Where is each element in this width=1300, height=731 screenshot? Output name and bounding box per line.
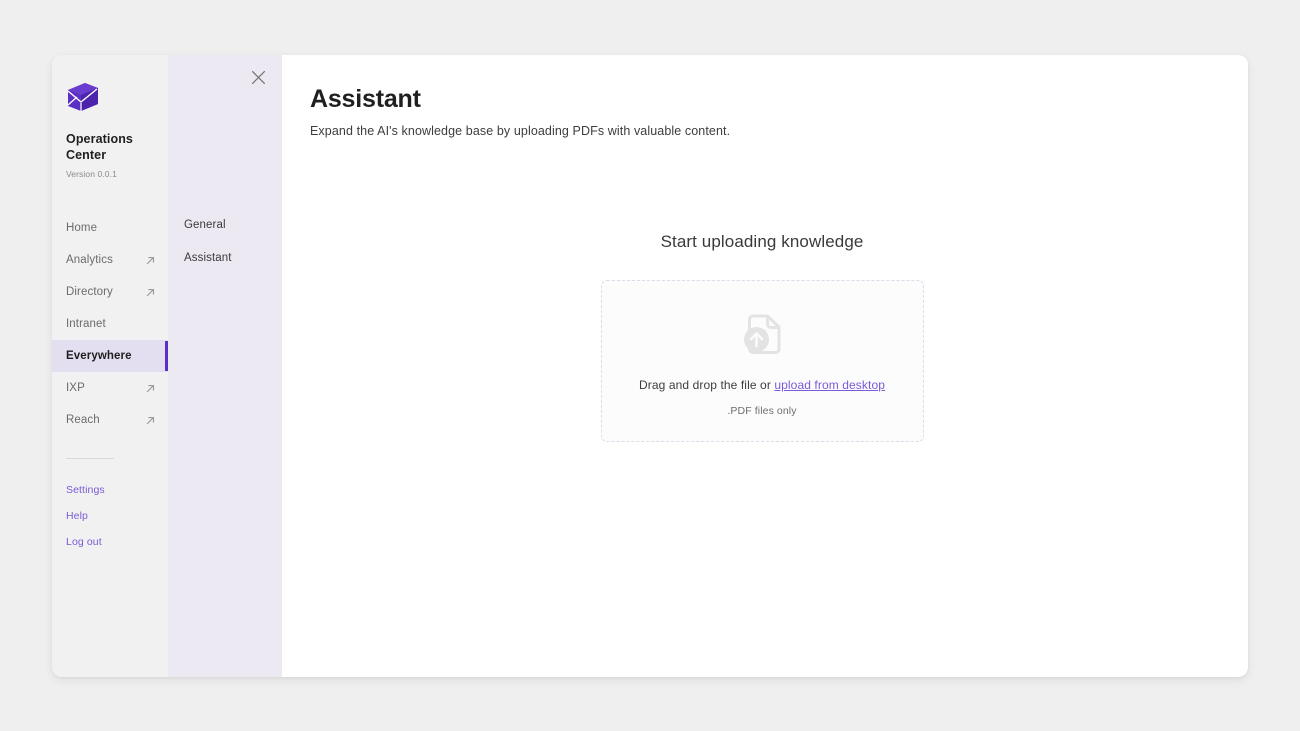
sidebar-item-everywhere[interactable]: Everywhere	[52, 340, 168, 372]
page-title: Assistant	[310, 85, 421, 113]
sidebar-item-label: Directory	[66, 286, 113, 298]
primary-sidebar: Operations Center Version 0.0.1 Home Ana…	[52, 55, 168, 677]
sidebar-item-label: Everywhere	[66, 350, 132, 362]
primary-nav: Home Analytics Directory Intranet Everyw…	[52, 212, 168, 436]
sidebar-item-ixp[interactable]: IXP	[52, 372, 168, 404]
external-link-arrow-icon	[145, 255, 156, 266]
sidebar-item-label: Reach	[66, 414, 100, 426]
brand-version: Version 0.0.1	[66, 169, 117, 179]
main-content: Assistant Expand the AI's knowledge base…	[282, 55, 1248, 677]
brand-name: Operations Center	[66, 132, 133, 162]
sidebar-item-analytics[interactable]: Analytics	[52, 244, 168, 276]
sidebar-item-home[interactable]: Home	[52, 212, 168, 244]
sidebar-link-settings[interactable]: Settings	[52, 477, 168, 503]
upload-from-desktop-link[interactable]: upload from desktop	[774, 378, 885, 392]
cube-envelope-logo-icon	[66, 82, 154, 117]
sidebar-item-reach[interactable]: Reach	[52, 404, 168, 436]
close-panel-button[interactable]	[245, 67, 271, 93]
panel-item-label: Assistant	[184, 251, 232, 264]
external-link-arrow-icon	[145, 287, 156, 298]
sidebar-item-directory[interactable]: Directory	[52, 276, 168, 308]
upload-section: Start uploading knowledge Drag and drop …	[310, 232, 1214, 442]
upload-heading: Start uploading knowledge	[660, 232, 864, 251]
brand: Operations Center Version 0.0.1	[52, 82, 168, 179]
sidebar-item-label: Analytics	[66, 254, 113, 266]
sidebar-footer: Settings Help Log out	[52, 477, 168, 555]
secondary-panel: General Assistant	[168, 55, 282, 677]
dropzone-primary-text: Drag and drop the file or upload from de…	[639, 378, 885, 392]
page-subtitle: Expand the AI's knowledge base by upload…	[310, 124, 731, 138]
sidebar-link-log-out[interactable]: Log out	[52, 529, 168, 555]
panel-item-assistant[interactable]: Assistant	[168, 241, 282, 274]
sidebar-item-intranet[interactable]: Intranet	[52, 308, 168, 340]
external-link-arrow-icon	[145, 415, 156, 426]
close-icon	[251, 70, 266, 90]
sidebar-divider	[66, 458, 114, 459]
dropzone-instruction: Drag and drop the file or	[639, 377, 771, 392]
sidebar-item-label: Home	[66, 222, 98, 234]
file-dropzone[interactable]: Drag and drop the file or upload from de…	[600, 280, 924, 442]
panel-item-label: General	[184, 218, 226, 231]
dropzone-hint: .PDF files only	[727, 404, 797, 417]
app-window: Operations Center Version 0.0.1 Home Ana…	[52, 55, 1248, 677]
panel-item-general[interactable]: General	[168, 208, 282, 241]
sidebar-item-label: IXP	[66, 382, 85, 394]
sidebar-link-help[interactable]: Help	[52, 503, 168, 529]
sidebar-item-label: Intranet	[66, 318, 106, 330]
file-upload-icon	[734, 306, 790, 362]
external-link-arrow-icon	[145, 383, 156, 394]
